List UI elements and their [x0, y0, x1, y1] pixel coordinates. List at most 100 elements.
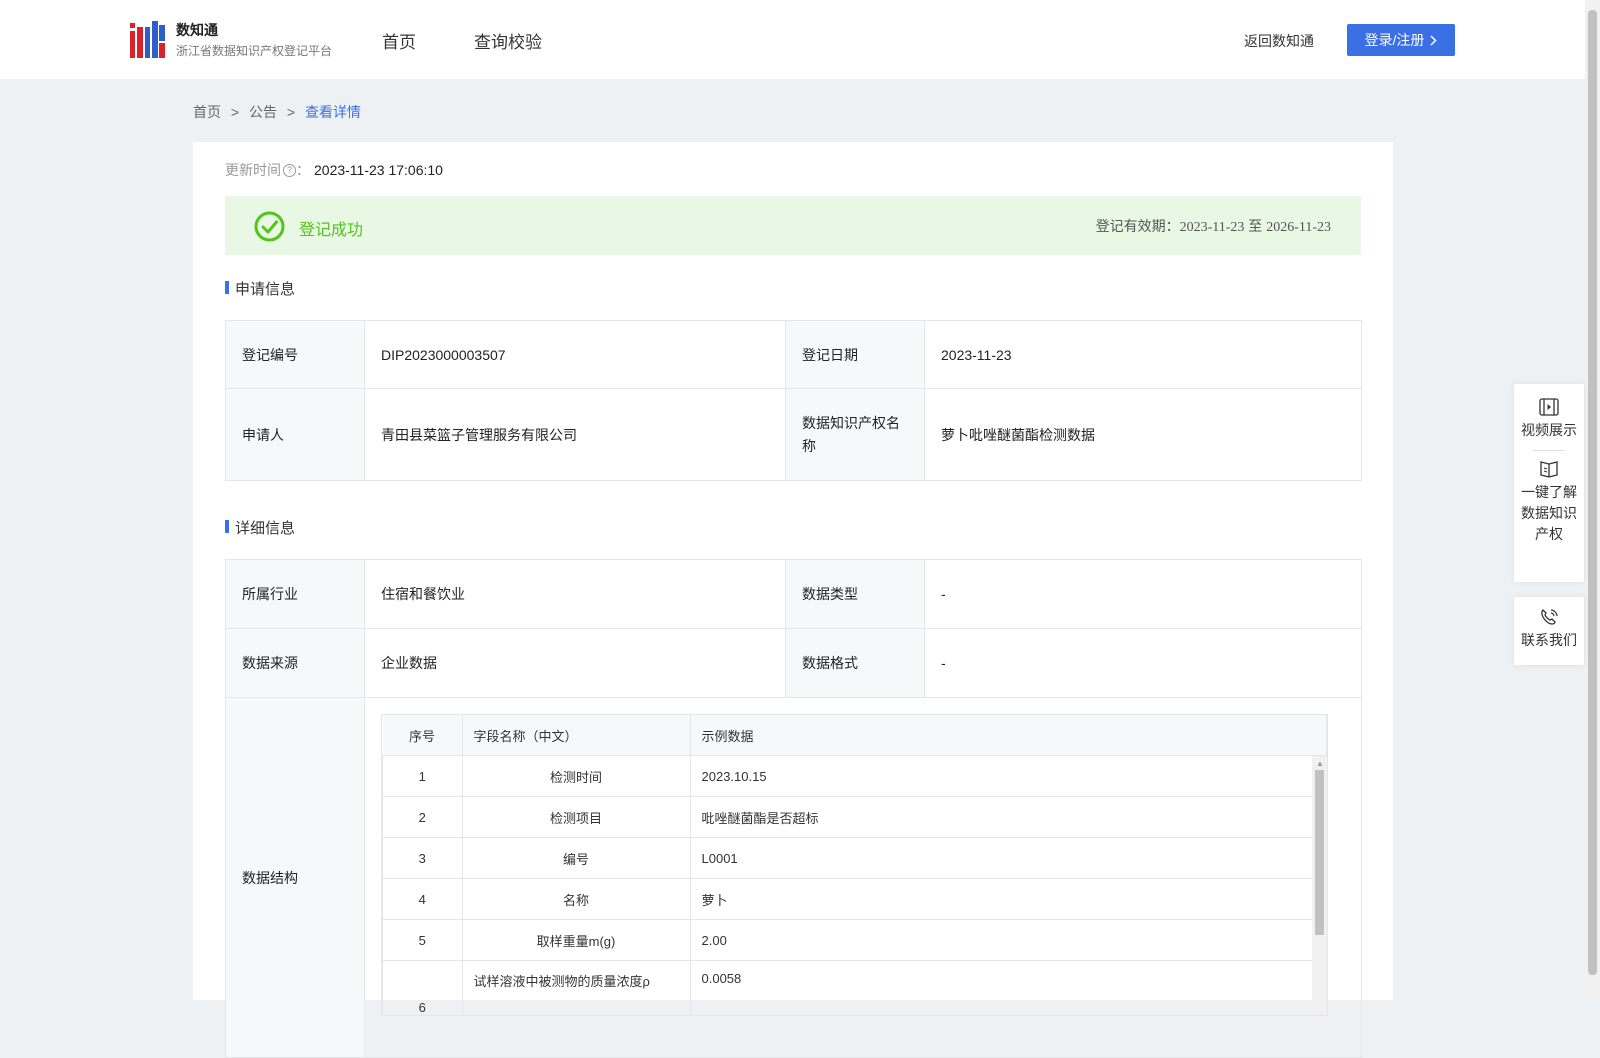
row-no: 4 — [382, 878, 463, 920]
update-time-label: 更新时间 — [225, 162, 281, 178]
chevron-right-icon — [1430, 34, 1437, 46]
row-sample: 吡唑醚菌酯是否超标 — [689, 796, 1327, 838]
contact-label: 联系我们 — [1521, 632, 1577, 648]
table-row: 数据来源 企业数据 数据格式 - — [225, 628, 1362, 698]
applicant-label: 申请人 — [225, 388, 365, 481]
status-banner: 登记成功 登记有效期：2023-11-23 至 2026-11-23 — [225, 196, 1361, 255]
login-register-button[interactable]: 登录/注册 — [1347, 24, 1455, 56]
update-time-colon: ： — [296, 162, 310, 178]
structure-label: 数据结构 — [225, 697, 365, 1058]
structure-cell: 序号 字段名称（中文） 示例数据 1 检测时间 2023.10.15 2 检测项… — [364, 697, 1362, 1058]
breadcrumb-separator: > — [230, 104, 240, 120]
login-button-label: 登录/注册 — [1364, 32, 1425, 48]
question-circle-icon[interactable]: ? — [283, 163, 296, 177]
breadcrumb-home[interactable]: 首页 — [193, 104, 221, 120]
data-type-value: - — [924, 559, 1362, 629]
section-title-application: 申请信息 — [225, 278, 295, 299]
row-field: 检测项目 — [461, 796, 691, 838]
book-icon — [1540, 461, 1558, 478]
learn-ip-button[interactable]: 一键了解数据知识产权 — [1514, 460, 1584, 545]
row-no: 1 — [382, 755, 463, 797]
row-no: 5 — [382, 919, 463, 961]
ip-name-value: 萝卜吡唑醚菌酯检测数据 — [924, 388, 1362, 481]
logo-icon[interactable] — [130, 21, 165, 58]
row-sample: 2023.10.15 — [689, 755, 1327, 797]
industry-value: 住宿和餐饮业 — [364, 559, 786, 629]
detail-card: 更新时间 ? ： 2023-11-23 17:06:10 登记成功 登记有效期：… — [193, 142, 1393, 1058]
scroll-up-icon[interactable]: ▲ — [1316, 759, 1324, 768]
table-row: 所属行业 住宿和餐饮业 数据类型 - — [225, 559, 1362, 629]
float-panel-contact: 联系我们 — [1514, 597, 1584, 665]
column-header-sample: 示例数据 — [690, 715, 1327, 756]
table-row: 数据结构 序号 字段名称（中文） 示例数据 1 检测时间 2023.10.15 … — [225, 697, 1362, 1058]
breadcrumb-separator: > — [286, 104, 296, 120]
source-label: 数据来源 — [225, 628, 365, 698]
row-sample: 2.00 — [689, 919, 1327, 961]
reg-date-label: 登记日期 — [785, 320, 925, 389]
phone-icon — [1541, 609, 1558, 625]
back-link[interactable]: 返回数知通 — [1244, 31, 1314, 51]
update-time-value: 2023-11-23 17:06:10 — [314, 162, 443, 178]
reg-no-label: 登记编号 — [225, 320, 365, 389]
status-text: 登记成功 — [299, 222, 364, 239]
validity-label: 登记有效期： — [1095, 218, 1180, 234]
video-button[interactable]: 视频展示 — [1514, 384, 1584, 441]
row-field: 试样溶液中被测物的质量浓度ρ — [461, 960, 691, 1015]
table-row: 3 编号 L0001 — [382, 837, 1327, 879]
nav-home[interactable]: 首页 — [382, 28, 416, 53]
logo-title: 数知通 — [176, 22, 218, 38]
contact-button[interactable]: 联系我们 — [1514, 597, 1584, 651]
row-field: 检测时间 — [461, 755, 691, 797]
learn-ip-label: 一键了解数据知识产权 — [1521, 484, 1577, 542]
row-field: 名称 — [461, 878, 691, 920]
row-no: 3 — [382, 837, 463, 879]
update-time-row: 更新时间 ? ： 2023-11-23 17:06:10 — [225, 160, 443, 180]
breadcrumb: 首页 > 公告 > 查看详情 — [193, 102, 367, 122]
row-sample: L0001 — [689, 837, 1327, 879]
applicant-value: 青田县菜篮子管理服务有限公司 — [364, 388, 786, 481]
page-scrollbar[interactable] — [1585, 0, 1600, 1000]
table-row: 1 检测时间 2023.10.15 — [382, 755, 1327, 797]
float-divider — [1533, 450, 1565, 451]
video-label: 视频展示 — [1521, 422, 1577, 438]
row-field: 取样重量m(g) — [461, 919, 691, 961]
validity-start: 2023-11-23 — [1179, 220, 1245, 235]
breadcrumb-notice[interactable]: 公告 — [249, 104, 277, 120]
reg-no-value: DIP2023000003507 — [364, 320, 786, 389]
industry-label: 所属行业 — [225, 559, 365, 629]
nav-query[interactable]: 查询校验 — [474, 28, 542, 53]
table-row: 6 试样溶液中被测物的质量浓度ρ 0.0058 — [382, 960, 1327, 1015]
application-table: 登记编号 DIP2023000003507 登记日期 2023-11-23 申请… — [225, 320, 1362, 481]
check-circle-icon — [254, 211, 285, 242]
source-value: 企业数据 — [364, 628, 786, 698]
structure-header-row: 序号 字段名称（中文） 示例数据 — [382, 715, 1327, 756]
data-type-label: 数据类型 — [785, 559, 925, 629]
structure-scrollbar[interactable]: ▲ — [1312, 756, 1327, 1015]
ip-name-label: 数据知识产权名称 — [785, 388, 925, 481]
float-panel-main: 视频展示 一键了解数据知识产权 — [1514, 384, 1584, 582]
structure-table-box: 序号 字段名称（中文） 示例数据 1 检测时间 2023.10.15 2 检测项… — [381, 714, 1328, 1016]
table-row: 2 检测项目 吡唑醚菌酯是否超标 — [382, 796, 1327, 838]
reg-date-value: 2023-11-23 — [924, 320, 1362, 389]
format-value: - — [924, 628, 1362, 698]
detail-table: 所属行业 住宿和餐饮业 数据类型 - 数据来源 企业数据 数据格式 - 数据结构… — [225, 559, 1362, 1058]
page-scroll-thumb[interactable] — [1588, 10, 1597, 975]
table-row: 5 取样重量m(g) 2.00 — [382, 919, 1327, 961]
top-header: 数知通 浙江省数据知识产权登记平台 首页 查询校验 返回数知通 登录/注册 — [0, 0, 1585, 79]
column-header-field: 字段名称（中文） — [462, 715, 691, 756]
row-sample: 萝卜 — [689, 878, 1327, 920]
logo-subtitle: 浙江省数据知识产权登记平台 — [176, 44, 333, 58]
validity-period: 登记有效期：2023-11-23 至 2026-11-23 — [1096, 216, 1331, 236]
structure-scroll-thumb[interactable] — [1315, 770, 1324, 935]
video-icon — [1539, 398, 1559, 416]
row-no: 6 — [382, 960, 463, 1015]
section-title-detail: 详细信息 — [225, 517, 295, 538]
table-row: 登记编号 DIP2023000003507 登记日期 2023-11-23 — [225, 320, 1362, 389]
row-no: 2 — [382, 796, 463, 838]
format-label: 数据格式 — [785, 628, 925, 698]
row-field: 编号 — [461, 837, 691, 879]
validity-end: 2026-11-23 — [1266, 220, 1331, 235]
table-row: 申请人 青田县菜篮子管理服务有限公司 数据知识产权名称 萝卜吡唑醚菌酯检测数据 — [225, 388, 1362, 481]
table-row: 4 名称 萝卜 — [382, 878, 1327, 920]
column-header-no: 序号 — [382, 715, 463, 756]
